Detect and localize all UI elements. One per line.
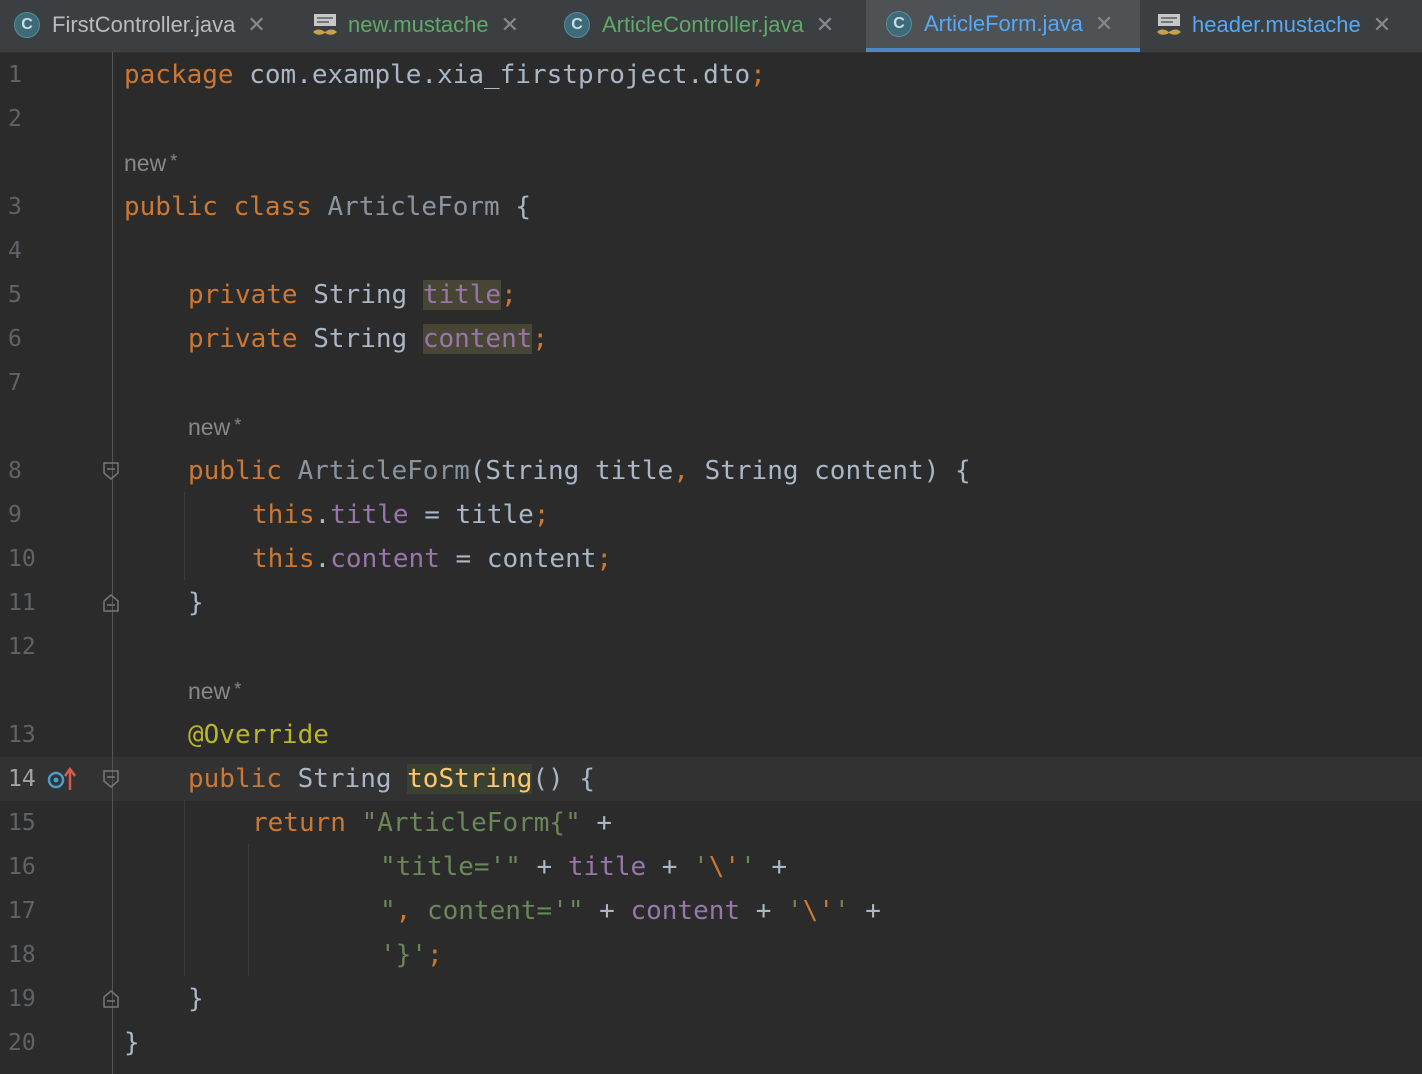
code-text: package com.example.xia_firstproject.dto… [124,60,766,90]
code-text: } [124,1028,140,1058]
code-line: 16 "title='" + title + '\'' + [0,845,1422,889]
vcs-change-hint[interactable]: new * [188,669,241,713]
code-line: 13 @Override [0,713,1422,757]
code-text: private String content; [188,324,549,354]
code-line: 2 [0,97,1422,141]
fold-close-icon[interactable] [102,593,120,613]
code-line: 10 this.content = content; [0,537,1422,581]
tab-first-controller[interactable]: C FirstController.java ✕ [14,0,310,49]
code-line: 8 public ArticleForm(String title, Strin… [0,449,1422,493]
code-text: "title='" + title + '\'' + [380,852,788,882]
close-icon[interactable]: ✕ [247,12,265,38]
code-text: '}'; [380,940,443,970]
tab-label: FirstController.java [52,11,236,37]
line-number: 12 [8,634,36,660]
code-line: 19 } [0,977,1422,1021]
code-text: ", content='" + content + '\'' + [380,896,881,926]
mustache-file-icon [313,13,337,35]
code-line: 12 [0,625,1422,669]
code-line-current: 14 public String toString() { [0,757,1422,801]
code-line: 17 ", content='" + content + '\'' + [0,889,1422,933]
code-text: this.content = content; [252,544,613,574]
java-class-icon: C [14,11,40,38]
line-number: 14 [8,766,36,792]
line-number: 7 [8,370,22,396]
line-number: 2 [8,106,22,132]
code-line: 11 } [0,581,1422,625]
line-number: 17 [8,898,36,924]
code-line: 4 [0,229,1422,273]
line-number: 19 [8,986,36,1012]
close-icon[interactable]: ✕ [1373,12,1391,38]
tab-label: ArticleForm.java [924,11,1083,36]
tab-label: ArticleController.java [602,11,804,37]
code-line: 6 private String content; [0,317,1422,361]
tab-new-mustache[interactable]: new.mustache ✕ [310,0,552,49]
tab-header-mustache[interactable]: header.mustache ✕ [1154,0,1422,49]
line-number: 8 [8,458,22,484]
mustache-file-icon [1157,13,1181,35]
code-line: 3 public class ArticleForm { [0,185,1422,229]
code-text: public String toString() { [188,764,596,794]
line-number: 10 [8,546,36,572]
code-line: 9 this.title = title; [0,493,1422,537]
code-text: public class ArticleForm { [124,192,532,222]
overrides-method-icon[interactable] [46,766,78,792]
code-line: 15 return "ArticleForm{" + [0,801,1422,845]
code-line: 7 [0,361,1422,405]
code-line: 1 package com.example.xia_firstproject.d… [0,53,1422,97]
tab-article-form[interactable]: C ArticleForm.java ✕ [866,0,1140,52]
line-number: 20 [8,1030,36,1056]
close-icon[interactable]: ✕ [1095,11,1113,37]
code-text: } [188,588,204,618]
line-number: 15 [8,810,36,836]
line-number: 3 [8,194,22,220]
code-text: } [188,984,204,1014]
code-text: public ArticleForm(String title, String … [188,456,971,486]
line-number: 5 [8,282,22,308]
line-number: 13 [8,722,36,748]
line-number: 1 [8,62,22,88]
fold-close-icon[interactable] [102,989,120,1009]
close-icon[interactable]: ✕ [501,12,519,38]
line-number: 6 [8,326,22,352]
tab-label: new.mustache [348,11,489,37]
line-number: 16 [8,854,36,880]
fold-open-icon[interactable] [102,769,120,789]
fold-open-icon[interactable] [102,461,120,481]
code-editor[interactable]: 1 package com.example.xia_firstproject.d… [0,52,1422,1074]
line-number: 9 [8,502,22,528]
vcs-change-hint[interactable]: new * [124,141,177,185]
java-class-icon: C [564,11,590,38]
line-number: 11 [8,590,36,616]
line-number: 4 [8,238,22,264]
vcs-change-hint[interactable]: new * [188,405,241,449]
tab-article-controller[interactable]: C ArticleController.java ✕ [564,0,864,49]
java-class-icon: C [886,11,912,37]
editor-tab-bar: C FirstController.java ✕ new.mustache ✕ … [0,0,1422,53]
code-text: this.title = title; [252,500,550,530]
code-text: @Override [188,720,329,750]
code-line: 18 '}'; [0,933,1422,977]
line-number: 18 [8,942,36,968]
close-icon[interactable]: ✕ [816,12,834,38]
code-text: private String title; [188,280,517,310]
code-line: 20 } [0,1021,1422,1065]
code-text: return "ArticleForm{" + [252,808,613,838]
tab-label: header.mustache [1192,11,1361,37]
code-line: 5 private String title; [0,273,1422,317]
